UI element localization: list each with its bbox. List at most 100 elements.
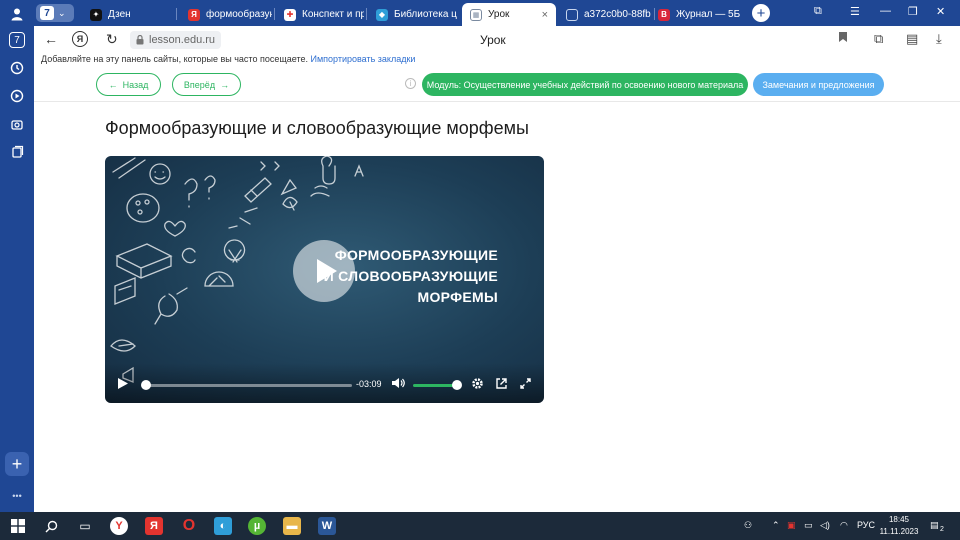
minimize-icon[interactable]: — xyxy=(880,5,891,17)
restore-icon[interactable]: ❐ xyxy=(908,5,918,18)
network-icon[interactable]: ▭ xyxy=(804,520,813,531)
tab-library[interactable]: ◆ Библиотека ц xyxy=(368,3,460,26)
search-icon[interactable] xyxy=(42,517,60,535)
fullscreen-icon[interactable] xyxy=(519,377,532,393)
tab-divider xyxy=(366,8,367,20)
tab-journal[interactable]: В Журнал — 5Б xyxy=(650,3,748,26)
downloads-icon[interactable]: ⤓ xyxy=(936,31,942,47)
chevron-down-icon: ⌄ xyxy=(58,7,66,18)
wifi-icon[interactable]: ◠ xyxy=(840,520,848,531)
tab-counter-button[interactable]: 7 ⌄ xyxy=(36,4,74,22)
antivirus-tray-icon[interactable]: ▣ xyxy=(787,520,796,531)
settings-gear-icon[interactable] xyxy=(471,377,484,393)
yandex-app-icon[interactable]: Я xyxy=(145,517,163,535)
yandex-browser-app-icon[interactable]: Y xyxy=(110,517,128,535)
collections-icon[interactable] xyxy=(7,142,27,162)
more-icon[interactable]: ••• xyxy=(7,486,27,506)
tab-divider xyxy=(274,8,275,20)
back-button[interactable]: ← Назад xyxy=(96,73,161,96)
video-play-icon[interactable] xyxy=(7,86,27,106)
tab-konspekt[interactable]: ✚ Конспект и пр xyxy=(276,3,364,26)
file-explorer-icon[interactable]: ▬ xyxy=(283,517,301,535)
address-bar: ← Я ↻ lesson.edu.ru Урок ⧉ ▤ ⤓ xyxy=(34,26,960,54)
tab-yandex-search[interactable]: Я формообразую xyxy=(180,3,272,26)
tabs-count-badge[interactable]: 7 xyxy=(9,32,25,48)
konspekt-icon: ✚ xyxy=(284,8,296,21)
lesson-icon: ▦ xyxy=(470,8,482,21)
clock-date: 11.11.2023 xyxy=(879,527,919,536)
url-field[interactable]: lesson.edu.ru xyxy=(130,31,222,49)
yandex-logo-icon[interactable]: Я xyxy=(72,31,88,47)
reader-mode-icon[interactable]: ⧉ xyxy=(874,31,883,47)
progress-bar[interactable] xyxy=(142,384,352,387)
task-view-icon[interactable]: ▭ xyxy=(76,517,94,535)
remarks-button[interactable]: Замечания и предложения xyxy=(753,73,884,96)
screenshot-icon[interactable] xyxy=(7,114,27,134)
windows-taskbar: ▭ Y Я O ◐ µ ▬ W ⚇ ⌃ ▣ ▭ ◁) ◠ РУС 18:45 1… xyxy=(0,512,960,540)
module-button[interactable]: Модуль: Осуществление учебных действий п… xyxy=(422,73,748,96)
video-title-line-3: МОРФЕМЫ xyxy=(417,289,498,305)
bookmarks-hint: Добавляйте на эту панель сайты, которые … xyxy=(41,54,308,64)
library-icon: ◆ xyxy=(376,8,388,21)
bookmark-icon[interactable] xyxy=(838,31,848,46)
notification-count: 2 xyxy=(940,526,944,533)
arrow-right-icon: → xyxy=(220,79,230,90)
forward-button[interactable]: Вперёд → xyxy=(172,73,241,96)
language-indicator[interactable]: РУС xyxy=(857,520,875,530)
clock[interactable]: 18:45 11.11.2023 xyxy=(876,514,922,538)
tab-counter-value: 7 xyxy=(40,6,54,20)
reload-icon[interactable]: ↻ xyxy=(106,31,118,48)
info-icon[interactable]: i xyxy=(405,78,416,89)
history-icon[interactable] xyxy=(7,58,27,78)
new-tab-button[interactable]: + xyxy=(752,4,770,22)
browser-sidebar: 7 + ••• xyxy=(0,0,34,512)
windows-start-icon[interactable] xyxy=(9,517,27,535)
bookmarks-bar: Добавляйте на эту панель сайты, которые … xyxy=(34,54,960,68)
tab-strip: 7 ⌄ ✦ Дзен Я формообразую ✚ Конспект и п… xyxy=(34,0,960,26)
security-app-icon[interactable]: ◐ xyxy=(214,517,232,535)
import-bookmarks-link[interactable]: Импортировать закладки xyxy=(311,54,416,64)
big-play-button[interactable] xyxy=(293,240,355,302)
speaker-icon[interactable]: ◁) xyxy=(820,520,830,531)
close-window-icon[interactable]: ✕ xyxy=(936,5,945,18)
page-title: Урок xyxy=(480,33,506,47)
url-text: lesson.edu.ru xyxy=(149,34,216,46)
tab-lesson-active[interactable]: ▦ Урок × xyxy=(462,3,556,26)
close-icon[interactable]: × xyxy=(542,9,548,21)
tab-dzen[interactable]: ✦ Дзен xyxy=(82,3,174,26)
yandex-icon: Я xyxy=(188,8,200,21)
time-remaining: -03:09 xyxy=(356,379,382,389)
lock-icon xyxy=(136,35,144,45)
back-button-label: Назад xyxy=(122,79,149,90)
document-icon xyxy=(566,8,578,21)
volume-slider[interactable] xyxy=(413,384,457,387)
word-app-icon[interactable]: W xyxy=(318,517,336,535)
profile-icon[interactable] xyxy=(7,4,27,24)
play-icon[interactable] xyxy=(117,377,129,393)
extensions-icon[interactable]: ▤ xyxy=(906,31,918,47)
tab-document[interactable]: a372c0b0-88fb xyxy=(558,3,652,26)
tab-label: формообразую xyxy=(206,9,272,20)
video-player[interactable]: ФОРМООБРАЗУЮЩИЕ И СЛОВООБРАЗУЮЩИЕ МОРФЕМ… xyxy=(105,156,544,403)
chevron-up-icon[interactable]: ⌃ xyxy=(772,520,780,531)
lesson-heading: Формообразующие и словообразующие морфем… xyxy=(105,118,529,138)
tab-manager-icon[interactable]: ⧉ xyxy=(814,5,822,18)
notifications-icon[interactable]: ▤ xyxy=(930,520,939,531)
opera-app-icon[interactable]: O xyxy=(180,517,198,535)
volume-handle[interactable] xyxy=(452,380,462,390)
people-icon[interactable]: ⚇ xyxy=(744,520,752,531)
add-panel-button[interactable]: + xyxy=(5,452,29,476)
tab-label: Дзен xyxy=(108,9,131,20)
utorrent-app-icon[interactable]: µ xyxy=(248,517,266,535)
tab-label: Журнал — 5Б xyxy=(676,9,741,20)
menu-icon[interactable]: ☰ xyxy=(850,5,860,18)
lesson-toolbar: ← Назад Вперёд → i Модуль: Осуществление… xyxy=(34,68,960,102)
tab-divider xyxy=(176,8,177,20)
back-arrow-icon[interactable]: ← xyxy=(44,31,58,47)
arrow-left-icon: ← xyxy=(108,79,118,90)
forward-button-label: Вперёд xyxy=(183,79,216,90)
clock-time: 18:45 xyxy=(888,515,910,524)
volume-icon[interactable] xyxy=(391,377,405,392)
external-link-icon[interactable] xyxy=(495,377,508,393)
tab-label: Библиотека ц xyxy=(394,9,457,20)
